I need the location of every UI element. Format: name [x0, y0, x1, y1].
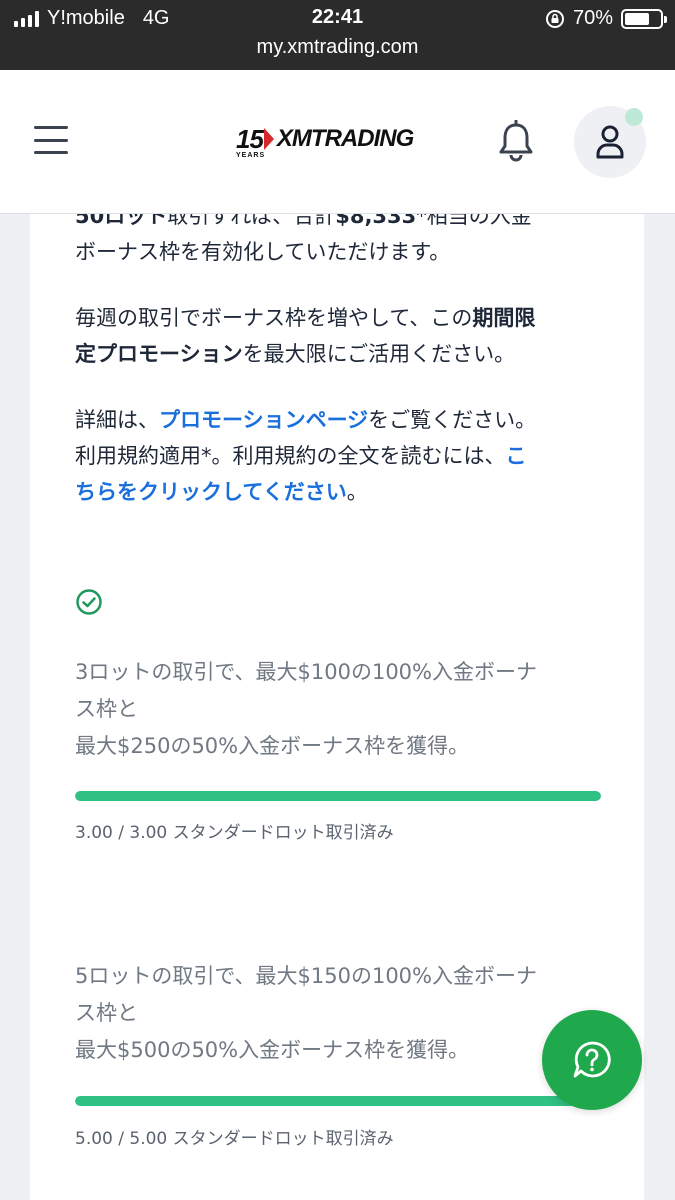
- rotation-lock-icon: [545, 9, 564, 28]
- offer-2-progress-bar: [75, 1096, 601, 1106]
- para1-line2: ボーナス枠を有効化していただけます。: [75, 240, 451, 264]
- help-chat-button[interactable]: [542, 1010, 642, 1110]
- offer-2-description: 5ロットの取引で、最大$150の100%入金ボーナ ス枠と 最大$500の50%…: [75, 958, 615, 1069]
- offer-2-progress-label: 5.00 / 5.00 スタンダードロット取引済み: [75, 1129, 394, 1149]
- offer-2-line-2: ス枠と: [75, 1001, 138, 1025]
- offer-2-line-1: 5ロットの取引で、最大$150の100%入金ボーナ: [75, 964, 537, 988]
- para2-bold-1: 期間限: [472, 306, 536, 330]
- battery-percent: 70%: [572, 7, 613, 29]
- promotion-page-link[interactable]: プロモーションページ: [159, 408, 368, 432]
- xm-logo[interactable]: 15 YEARS XMTRADING: [236, 124, 414, 159]
- para2-post: を最大限にご活用ください。: [242, 342, 516, 366]
- help-chat-icon: [573, 1041, 611, 1078]
- terms-link-start[interactable]: こ: [506, 444, 527, 468]
- app-header: 15 YEARS XMTRADING: [0, 70, 675, 214]
- status-bar: Y!mobile 4G 22:41 my.xmtrading.com 70%: [0, 0, 675, 70]
- battery-icon: [621, 8, 667, 29]
- para2-bold-2: 定プロモーション: [75, 342, 243, 366]
- para3-pre: 詳細は、: [75, 408, 159, 432]
- promo-paragraph-2: 毎週の取引でボーナス枠を増やして、この期間限 定プロモーションを最大限にご活用く…: [75, 300, 615, 372]
- notification-dot: [625, 108, 643, 126]
- logo-wordmark: XMTRADING: [276, 125, 414, 152]
- offer-1-progress-label: 3.00 / 3.00 スタンダードロット取引済み: [75, 823, 394, 843]
- offer-1-description: 3ロットの取引で、最大$100の100%入金ボーナ ス枠と 最大$250の50%…: [75, 654, 615, 765]
- user-icon: [596, 125, 624, 159]
- offer-2-line-3: 最大$500の50%入金ボーナス枠を獲得。: [75, 1038, 470, 1062]
- logo-number: 15: [236, 124, 264, 154]
- menu-icon[interactable]: [34, 126, 68, 154]
- terms-link[interactable]: ちらをクリックしてください: [75, 480, 347, 504]
- promo-paragraph-3: 詳細は、プロモーションページをご覧ください。 利用規約適用*。利用規約の全文を読…: [75, 402, 615, 510]
- offer-1-progress-fill: [75, 791, 601, 801]
- battery-fill: [625, 12, 649, 25]
- bell-icon[interactable]: [496, 120, 536, 162]
- offer-1-progress-bar: [75, 791, 601, 801]
- offer-1-line-3: 最大$250の50%入金ボーナス枠を獲得。: [75, 734, 470, 758]
- para3-post: をご覧ください。: [368, 408, 537, 432]
- address-bar-url[interactable]: my.xmtrading.com: [0, 36, 675, 59]
- para4-post: 。: [346, 480, 368, 504]
- logo-chevron-icon: [263, 128, 274, 150]
- para2-pre: 毎週の取引でボーナス枠を増やして、この: [75, 306, 473, 330]
- offer-1-line-2: ス枠と: [75, 697, 138, 721]
- logo-years: YEARS: [236, 152, 266, 159]
- offer-2-progress-fill: [75, 1096, 601, 1106]
- para4-pre: 利用規約適用*。利用規約の全文を読むには、: [75, 444, 506, 468]
- check-circle-icon: [76, 589, 102, 615]
- status-right: 70%: [545, 7, 667, 30]
- offer-1-line-1: 3ロットの取引で、最大$100の100%入金ボーナ: [75, 660, 537, 684]
